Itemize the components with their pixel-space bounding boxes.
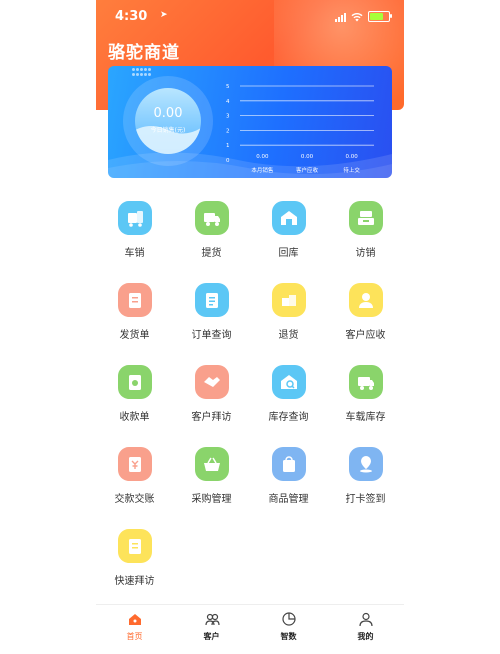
location-arrow-icon: ➤ (160, 10, 168, 20)
menu-item-label: 快速拜访 (114, 576, 155, 587)
quick-visit-icon (117, 529, 152, 563)
bag-icon (271, 447, 306, 481)
menu-item-15[interactable]: 打卡签到 (327, 447, 404, 505)
receivable-icon (348, 283, 383, 317)
menu-item-8[interactable]: 收款单 (96, 365, 173, 423)
menu-item-label: 交款交账 (114, 494, 155, 505)
bar-value-label: 0.00 (346, 154, 359, 160)
gauge-value: 0.00 (153, 106, 183, 121)
menu-item-2[interactable]: 回库 (250, 201, 327, 259)
x-tick-label: 待上交 (343, 166, 360, 174)
menu-item-1[interactable]: 提货 (173, 201, 250, 259)
menu-item-label: 访销 (355, 248, 376, 259)
wifi-icon (351, 12, 363, 21)
handshake-icon (194, 365, 229, 399)
menu-item-7[interactable]: 客户应收 (327, 283, 404, 341)
menu-item-12[interactable]: 交款交账 (96, 447, 173, 505)
phone-screen: 4:30 ➤ 骆驼商道 0.00 今日销售(元) 0 1 2 3 4 5 0.00 本月销售 0… (96, 0, 404, 654)
menu-item-label: 车销 (124, 248, 145, 259)
decorative-dots (132, 68, 152, 76)
y-tick-label: 1 (226, 143, 230, 149)
menu-item-label: 客户应收 (345, 330, 386, 341)
stock-search-icon (271, 365, 306, 399)
y-tick-label: 0 (226, 158, 230, 164)
menu-item-label: 订单查询 (191, 330, 232, 341)
menu-item-label: 采购管理 (191, 494, 232, 505)
menu-item-14[interactable]: 商品管理 (250, 447, 327, 505)
menu-item-9[interactable]: 客户拜访 (173, 365, 250, 423)
vehicle-stock-icon (348, 365, 383, 399)
menu-item-4[interactable]: 发货单 (96, 283, 173, 341)
pie-chart-icon (281, 611, 297, 627)
y-tick-label: 4 (226, 99, 230, 105)
bar-value-label: 0.00 (301, 154, 314, 160)
home-icon (127, 611, 143, 627)
menu-item-10[interactable]: 库存查询 (250, 365, 327, 423)
gauge-label: 今日销售(元) (150, 127, 186, 134)
register-icon (348, 201, 383, 235)
y-tick-label: 2 (226, 128, 230, 134)
menu-item-label: 车载库存 (345, 412, 386, 423)
signal-icon (335, 12, 346, 22)
bottom-tab-bar: 首页 客户 智数 我的 (96, 604, 404, 654)
menu-item-16[interactable]: 快速拜访 (96, 529, 173, 587)
receipt-icon (117, 365, 152, 399)
yuan-doc-icon (117, 447, 152, 481)
menu-item-13[interactable]: 采购管理 (173, 447, 250, 505)
menu-item-label: 提货 (201, 248, 222, 259)
profile-icon (358, 611, 374, 627)
bar-chart: 0 1 2 3 4 5 0.00 本月销售 0.00 客户应收 0.00 待上交 (226, 84, 374, 174)
sales-summary-card[interactable]: 0.00 今日销售(元) 0 1 2 3 4 5 0.00 本月销售 0.00 客户应收 0.00 待… (108, 66, 392, 178)
menu-item-label: 回库 (278, 248, 299, 259)
tab-label: 首页 (126, 632, 143, 641)
tab-label: 我的 (357, 632, 374, 641)
y-tick-label: 5 (226, 84, 230, 90)
menu-item-5[interactable]: 订单查询 (173, 283, 250, 341)
tab-1[interactable]: 客户 (173, 611, 250, 642)
menu-item-6[interactable]: 退货 (250, 283, 327, 341)
battery-icon (368, 11, 392, 22)
menu-item-label: 收款单 (119, 412, 150, 423)
menu-item-label: 发货单 (119, 330, 150, 341)
truck-doc-icon (117, 201, 152, 235)
tab-0[interactable]: 首页 (96, 611, 173, 642)
tab-label: 客户 (203, 632, 220, 641)
warehouse-icon (271, 201, 306, 235)
x-tick-label: 客户应收 (296, 166, 319, 174)
status-time: 4:30 (115, 9, 148, 24)
status-bar: 4:30 ➤ (115, 9, 392, 27)
customers-icon (204, 611, 220, 627)
app-title: 骆驼商道 (108, 43, 180, 63)
menu-item-label: 库存查询 (268, 412, 309, 423)
tab-2[interactable]: 智数 (250, 611, 327, 642)
menu-item-label: 商品管理 (268, 494, 309, 505)
menu-item-0[interactable]: 车销 (96, 201, 173, 259)
menu-item-label: 退货 (278, 330, 299, 341)
bar-value-label: 0.00 (256, 154, 269, 160)
menu-item-label: 打卡签到 (345, 494, 386, 505)
order-list-icon (194, 283, 229, 317)
menu-item-label: 客户拜访 (191, 412, 232, 423)
y-tick-label: 3 (226, 114, 230, 120)
location-pin-icon (348, 447, 383, 481)
tab-label: 智数 (280, 632, 297, 641)
basket-icon (194, 447, 229, 481)
menu-item-11[interactable]: 车载库存 (327, 365, 404, 423)
invoice-icon (117, 283, 152, 317)
truck-load-icon (194, 201, 229, 235)
return-boxes-icon (271, 283, 306, 317)
x-tick-label: 本月销售 (251, 166, 273, 174)
gauge-fill (135, 88, 201, 154)
tab-3[interactable]: 我的 (327, 611, 404, 642)
menu-item-3[interactable]: 访销 (327, 201, 404, 259)
